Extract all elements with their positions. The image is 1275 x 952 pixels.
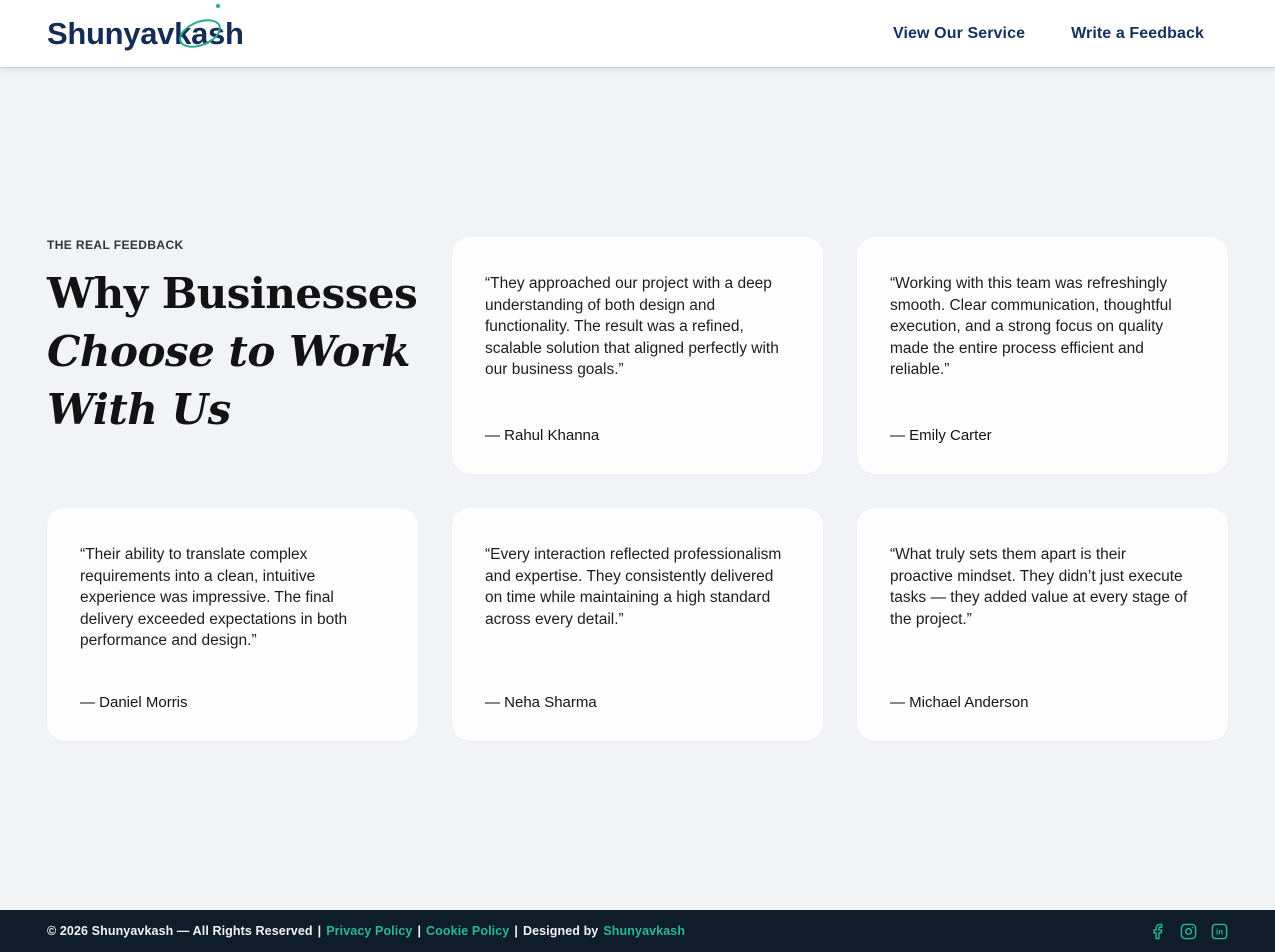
cookie-policy-link[interactable]: Cookie Policy (426, 924, 509, 938)
testimonial-card: “Every interaction reflected professiona… (452, 508, 823, 741)
title-line-1: Why Businesses (47, 269, 418, 318)
brand-suffix: sh (208, 16, 244, 51)
footer-separator: | (317, 924, 322, 938)
testimonial-author: — Daniel Morris (80, 694, 188, 711)
testimonial-quote: “Their ability to translate complex requ… (80, 546, 348, 649)
instagram-icon[interactable] (1180, 923, 1197, 940)
testimonial-card: “Their ability to translate complex requ… (47, 508, 418, 741)
privacy-policy-link[interactable]: Privacy Policy (326, 924, 412, 938)
testimonial-card: “Working with this team was refreshingly… (857, 237, 1228, 474)
svg-text:in: in (1216, 927, 1223, 936)
testimonial-quote: “What truly sets them apart is their pro… (890, 546, 1188, 628)
footer: © 2026 Shunyavkash — All Rights Reserved… (0, 910, 1275, 952)
testimonial-quote: “Every interaction reflected professiona… (485, 546, 782, 628)
title-line-2: Choose to Work (47, 327, 411, 376)
nav-view-our-service[interactable]: View Our Service (893, 25, 1025, 43)
testimonial-quote: “They approached our project with a deep… (485, 275, 779, 378)
header: Shunyavk a sh View Our Service Write a Fee… (0, 0, 1275, 68)
title-line-3: With Us (47, 385, 231, 434)
testimonial-card: “They approached our project with a deep… (452, 237, 823, 474)
testimonial-author: — Emily Carter (890, 427, 992, 444)
designed-by-link[interactable]: Shunyavkash (603, 924, 685, 938)
section-intro: THE REAL FEEDBACK Why Businesses Choose … (47, 237, 418, 474)
nav-write-a-feedback[interactable]: Write a Feedback (1071, 25, 1204, 43)
section-eyebrow: THE REAL FEEDBACK (47, 238, 184, 252)
designed-by-label: Designed by (522, 924, 599, 938)
testimonial-quote: “Working with this team was refreshingly… (890, 275, 1172, 378)
brand-logo[interactable]: Shunyavk a sh (47, 4, 244, 51)
testimonial-author: — Michael Anderson (890, 694, 1029, 711)
testimonial-card: “What truly sets them apart is their pro… (857, 508, 1228, 741)
linkedin-icon[interactable]: in (1211, 923, 1228, 940)
testimonial-grid: THE REAL FEEDBACK Why Businesses Choose … (47, 237, 1228, 741)
brand-orbit-icon: a (191, 4, 220, 51)
footer-separator: | (514, 924, 518, 938)
main-nav: View Our Service Write a Feedback (893, 25, 1204, 43)
facebook-icon[interactable] (1149, 923, 1166, 940)
brand-prefix: Shunyavk (47, 16, 192, 51)
copyright-text: © 2026 Shunyavkash — All Rights Reserved (47, 924, 313, 938)
testimonial-author: — Rahul Khanna (485, 427, 600, 444)
social-links: in (1149, 923, 1228, 940)
section-title: Why Businesses Choose to Work With Us (47, 265, 418, 439)
feedback-section: THE REAL FEEDBACK Why Businesses Choose … (0, 68, 1275, 910)
testimonial-author: — Neha Sharma (485, 694, 597, 711)
footer-separator: | (417, 924, 422, 938)
footer-text: © 2026 Shunyavkash — All Rights Reserved… (47, 924, 685, 938)
